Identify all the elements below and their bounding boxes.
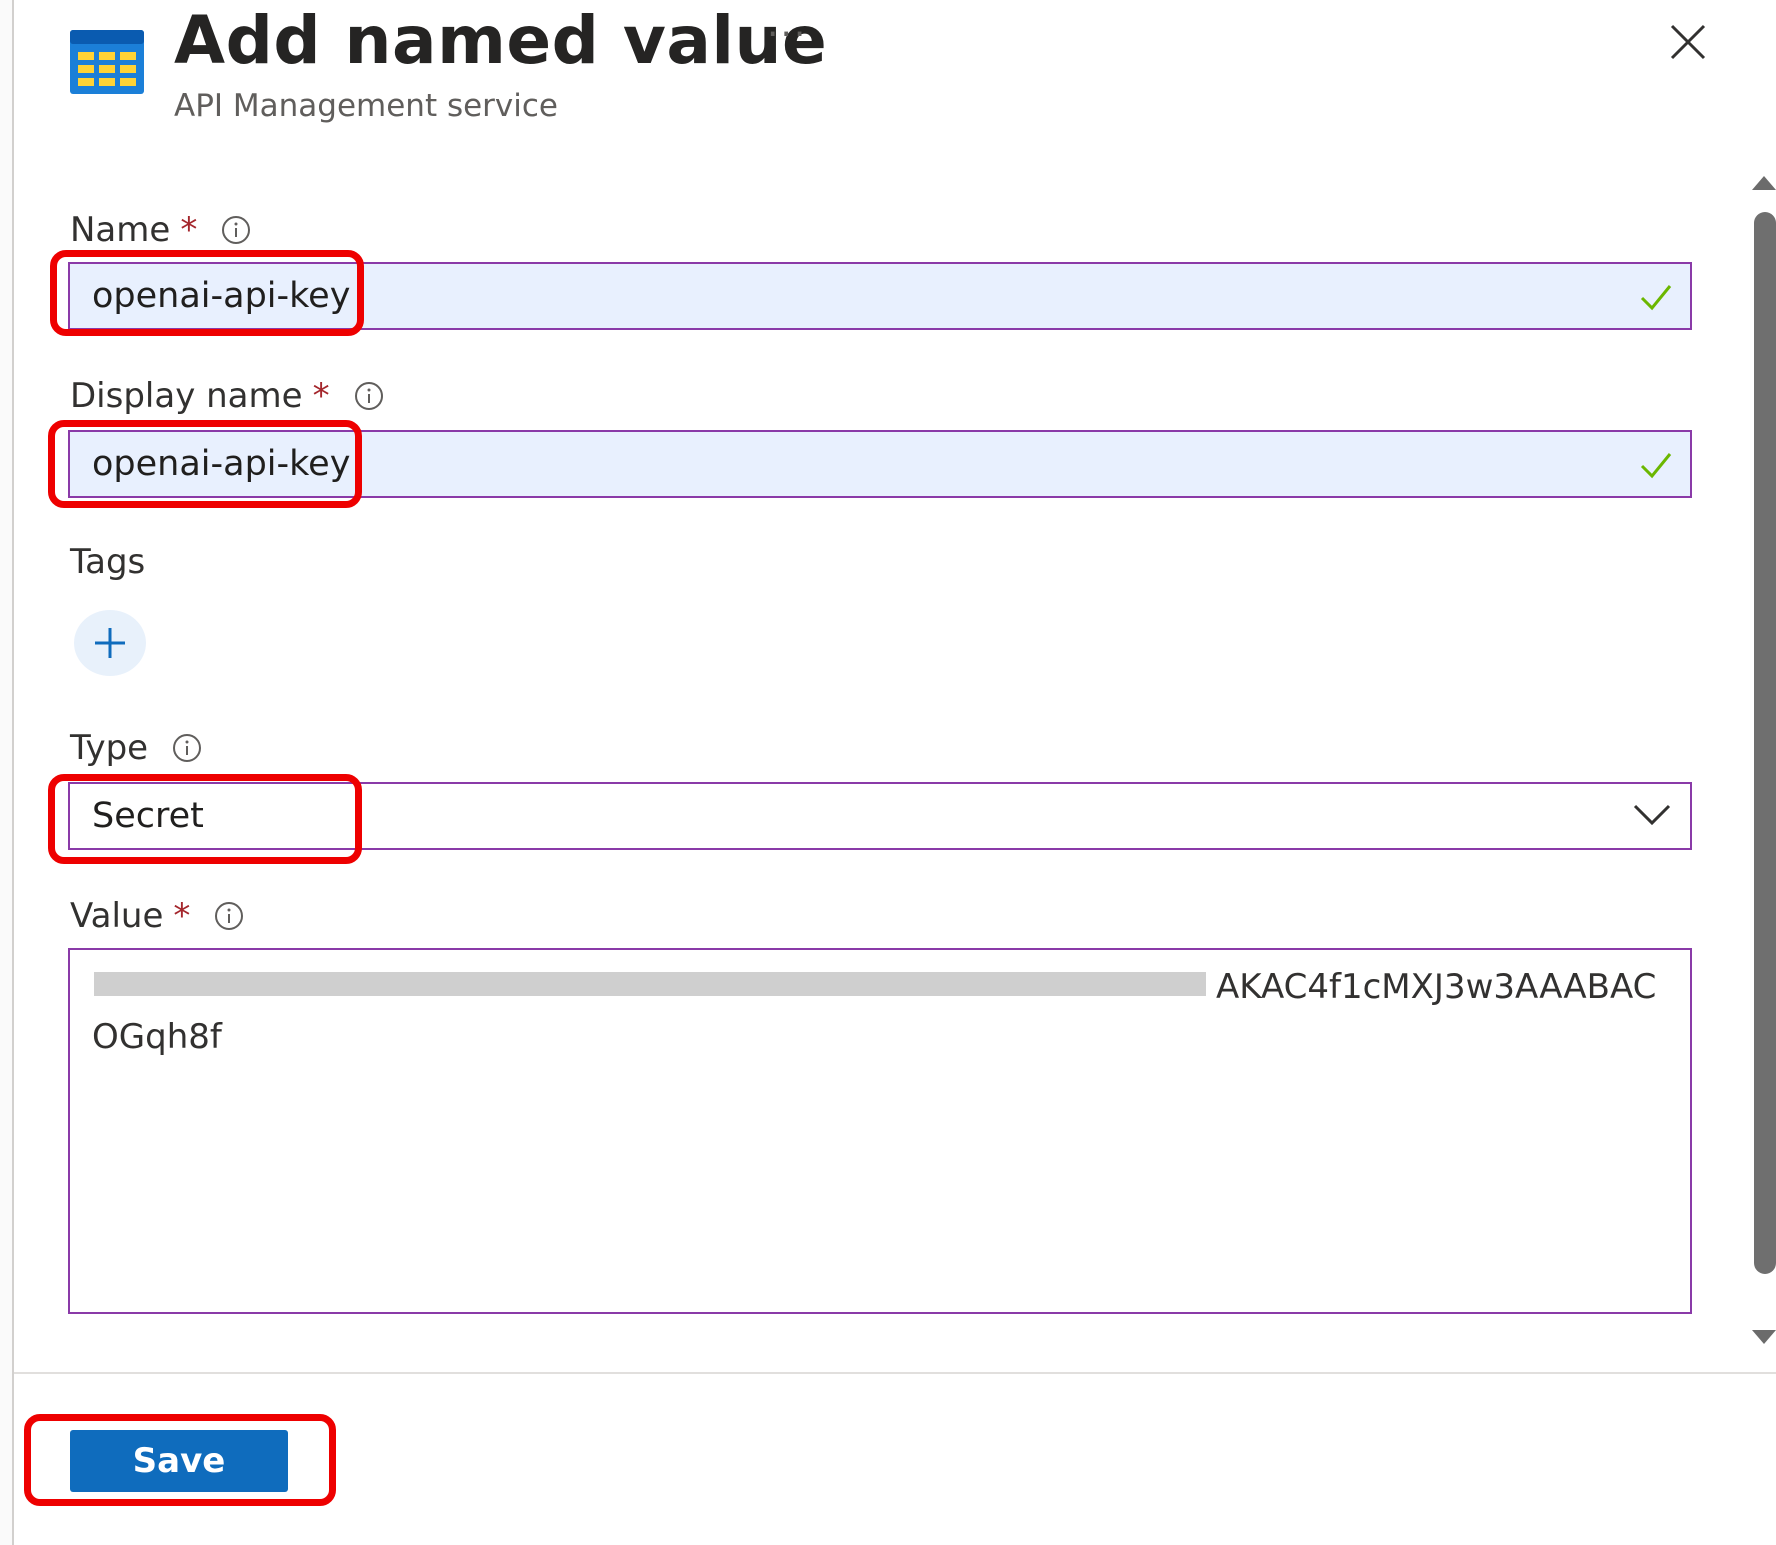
add-tag-button[interactable] bbox=[74, 610, 146, 676]
chevron-down-icon bbox=[1633, 804, 1671, 826]
left-edge bbox=[0, 0, 14, 1545]
redaction-bar bbox=[94, 972, 1206, 996]
display-name-input[interactable]: openai-api-key bbox=[68, 430, 1692, 498]
scroll-up-arrow[interactable] bbox=[1752, 176, 1776, 190]
info-icon[interactable] bbox=[221, 215, 251, 245]
save-button[interactable]: Save bbox=[70, 1430, 288, 1492]
api-management-icon bbox=[70, 30, 144, 94]
display-name-label: Display name * bbox=[70, 376, 384, 416]
value-text-line2: OGqh8f bbox=[92, 1017, 222, 1057]
value-label: Value * bbox=[70, 896, 244, 936]
type-selected-value: Secret bbox=[92, 796, 204, 836]
value-textarea[interactable]: AKAC4f1cMXJ3w3AAABAC OGqh8f bbox=[68, 948, 1692, 1314]
type-select[interactable]: Secret bbox=[68, 782, 1692, 850]
checkmark-icon bbox=[1640, 285, 1672, 311]
name-input[interactable]: openai-api-key bbox=[68, 262, 1692, 330]
checkmark-icon bbox=[1640, 453, 1672, 479]
close-icon[interactable] bbox=[1668, 22, 1708, 62]
name-input-value: openai-api-key bbox=[92, 276, 351, 316]
name-label: Name * bbox=[70, 210, 251, 250]
type-label: Type bbox=[70, 728, 202, 768]
info-icon[interactable] bbox=[172, 733, 202, 763]
plus-icon bbox=[95, 628, 125, 658]
scroll-down-arrow[interactable] bbox=[1752, 1330, 1776, 1344]
required-mark: * bbox=[173, 896, 191, 936]
display-name-input-value: openai-api-key bbox=[92, 444, 351, 484]
info-icon[interactable] bbox=[214, 901, 244, 931]
required-mark: * bbox=[180, 210, 198, 250]
page-subtitle: API Management service bbox=[174, 88, 559, 124]
more-options-button[interactable]: ··· bbox=[767, 14, 807, 55]
scrollbar-thumb[interactable] bbox=[1754, 212, 1776, 1274]
required-mark: * bbox=[312, 376, 330, 416]
info-icon[interactable] bbox=[354, 381, 384, 411]
page-title: Add named value bbox=[174, 2, 828, 79]
footer-divider bbox=[14, 1372, 1776, 1374]
tags-label: Tags bbox=[70, 542, 146, 582]
